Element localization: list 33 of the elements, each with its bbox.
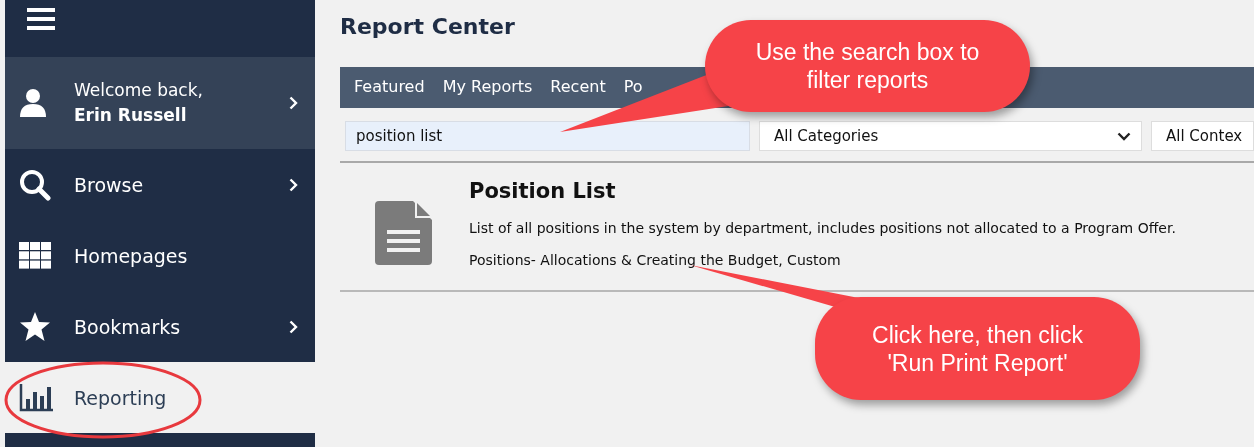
callout-text: Click here, then click 'Run Print Report' [871,320,1084,377]
user-icon [19,88,47,118]
star-icon [19,311,51,342]
filter-dropdown[interactable]: All Contex [1151,121,1254,151]
bar-chart-icon [19,383,54,412]
report-description: List of all positions in the system by department, includes positions not allocated to a Program Offer. [469,219,1176,238]
tab[interactable]: My Reports [434,72,541,103]
nav-label: Bookmarks [74,315,181,338]
nav-label: Browse [74,173,144,196]
search-icon [19,168,51,201]
dropdown-value: All Contex [1166,127,1243,145]
tab[interactable]: Featured [346,72,433,103]
page-title: Report Center [340,14,515,41]
report-tags: Positions- Allocations & Creating the Budget, Custom [469,244,1176,276]
greeting-text: Welcome back, [74,79,203,102]
callout-text: Use the search box to filter reports [754,38,981,94]
nav-label: Homepages [74,244,188,267]
search-field[interactable]: position list [345,121,750,151]
document-icon [375,201,432,265]
nav-label: Reporting [74,386,167,409]
nav-item[interactable]: Bookmarks [5,291,315,362]
report-title[interactable]: Position List [469,179,1176,203]
filter-dropdown[interactable]: All Categories [759,121,1142,151]
user-menu-item[interactable]: Welcome back, Erin Russell [5,57,315,149]
tab[interactable]: Po [615,72,651,103]
menu-icon[interactable] [27,8,55,30]
dropdown-value: All Categories [774,127,879,145]
user-name: Erin Russell [74,104,188,127]
chevron-down-icon [1117,131,1131,141]
tab[interactable]: Recent [542,72,614,103]
nav-item[interactable]: Homepages [5,220,315,291]
grid-icon [19,242,52,269]
nav-item[interactable]: Browse [5,149,315,220]
